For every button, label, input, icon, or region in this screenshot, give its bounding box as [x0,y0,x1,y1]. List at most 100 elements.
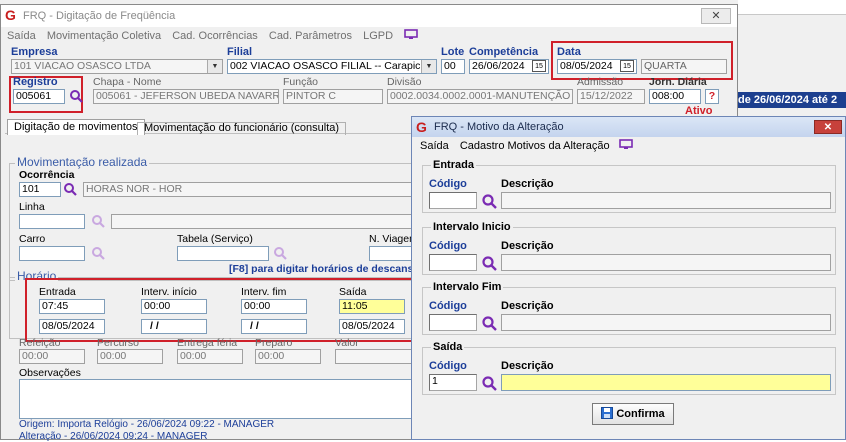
window-title: FRQ - Digitação de Freqüência [23,10,176,22]
confirma-button[interactable]: Confirma [592,403,674,425]
entrada-time-input[interactable]: 07:45 [39,299,105,314]
registro-input[interactable]: 005061 [13,89,65,104]
background-period-banner: de 26/06/2024 até 2 [735,92,846,108]
codigo-input[interactable] [429,192,477,209]
saida-motivo-group: Saída Código Descrição 1 [422,341,836,395]
menu-saida[interactable]: Saída [7,30,36,42]
menu-lgpd[interactable]: LGPD [363,30,393,42]
ocorrencia-code-input[interactable]: 101 [19,182,61,197]
descricao-field [501,374,831,391]
window-close-button[interactable]: ✕ [701,8,731,24]
divisao-label: Divisão [387,76,422,88]
group-title: Entrada [431,159,476,171]
data-input[interactable]: 08/05/2024 15 [557,59,637,74]
percurso-label: Percurso [97,337,140,349]
codigo-input[interactable] [429,254,477,271]
interv-inicio-time-input[interactable]: 00:00 [141,299,207,314]
search-icon[interactable] [91,246,105,260]
entrada-motivo-group: Entrada Código Descrição [422,159,836,213]
calendar-icon[interactable]: 15 [620,60,634,72]
jorn-diaria-field: 008:00 [649,89,701,104]
dialog-menu-saida[interactable]: Saída [420,140,449,152]
close-icon: ✕ [711,10,721,22]
group-title: Intervalo Fim [431,281,504,293]
observacoes-label: Observações [19,367,81,379]
lote-label: Lote [441,46,465,58]
carro-input[interactable] [19,246,85,261]
carro-label: Carro [19,233,46,245]
descricao-field [501,192,831,209]
f8-hint-text: [F8] para digitar horários de descanso [229,263,413,275]
search-icon[interactable] [481,255,497,271]
divisao-field: 0002.0034.0002.0001-MANUTENÇÃO [387,89,573,104]
interv-fim-time-input[interactable]: 00:00 [241,299,307,314]
ocorrencia-label: Ocorrência [19,169,75,181]
saida-date-input[interactable]: 08/05/2024 [339,319,405,334]
intervalo-inicio-motivo-group: Intervalo Inicio Código Descrição [422,221,836,275]
linha-input[interactable] [19,214,85,229]
tab-movimentacao-consulta[interactable]: Movimentação do funcionário (consulta) [137,122,347,135]
weekday-field: QUARTA [641,59,727,74]
alteracao-text: Alteração - 26/06/2024 09:24 - MANAGER [19,431,208,442]
monitor-icon[interactable] [618,139,633,150]
codigo-input[interactable] [429,314,477,331]
app-logo-icon: G [416,119,427,135]
dialog-menubar: Saída Cadastro Motivos da Alteração [420,139,633,152]
search-icon[interactable] [69,89,83,103]
chapa-nome-field: 005061 - JEFERSON UBEDA NAVARRO [93,89,279,104]
movimentacao-section-title: Movimentação realizada [15,155,150,169]
tabela-input[interactable] [177,246,269,261]
descricao-field [501,314,831,331]
menu-cad-ocorrencias[interactable]: Cad. Ocorrências [172,30,258,42]
saida-time-input[interactable]: 11:05 [339,299,405,314]
tab-digitacao[interactable]: Digitação de movimentos [7,119,145,135]
search-icon[interactable] [91,214,105,228]
dialog-titlebar: G FRQ - Motivo da Alteração ✕ [412,117,845,137]
data-label: Data [557,46,581,58]
search-icon[interactable] [63,182,77,196]
entrada-label: Entrada [39,286,76,298]
origem-text: Origem: Importa Relógio - 26/06/2024 09:… [19,419,275,430]
interv-fim-date-input[interactable]: / / [241,319,307,334]
chevron-down-icon: ▼ [207,60,222,73]
empresa-select[interactable]: 101 VIACAO OSASCO LTDA ▼ [11,59,223,74]
lgpd-monitor-icon[interactable] [404,29,418,40]
descricao-label: Descrição [501,360,554,372]
menu-cad-parametros[interactable]: Cad. Parâmetros [269,30,352,42]
entrada-date-input[interactable]: 08/05/2024 [39,319,105,334]
background-app-toolbar [738,0,846,15]
save-disk-icon [601,407,614,419]
jorn-help-button[interactable]: ? [705,89,719,104]
n-viagem-input[interactable] [369,246,413,261]
search-icon[interactable] [273,246,287,260]
lote-input[interactable]: 00 [441,59,465,74]
dialog-menu-cadastro-motivos[interactable]: Cadastro Motivos da Alteração [460,140,610,152]
preparo-label: Preparo [255,337,293,349]
funcao-field: PINTOR C [283,89,383,104]
dialog-title: FRQ - Motivo da Alteração [434,121,564,133]
menu-movimentacao-coletiva[interactable]: Movimentação Coletiva [47,30,161,42]
search-icon[interactable] [481,375,497,391]
entrega-feria-field: 00:00 [177,349,243,364]
competencia-input[interactable]: 26/06/2024 15 [469,59,549,74]
codigo-input[interactable]: 1 [429,374,477,391]
chevron-down-icon: ▼ [421,60,436,73]
dialog-close-button[interactable]: ✕ [814,120,842,134]
registro-label: Registro [13,76,58,88]
ocorrencia-desc-field: HORAS NOR - HOR [83,182,413,197]
calendar-icon[interactable]: 15 [532,60,546,72]
linha-label: Linha [19,201,45,213]
admissao-label: Admissão [577,76,624,88]
entrega-feria-label: Entrega féria [177,337,238,349]
chapa-nome-label: Chapa - Nome [93,76,162,88]
search-icon[interactable] [481,193,497,209]
motivo-alteracao-dialog: G FRQ - Motivo da Alteração ✕ Saída Cada… [411,116,846,440]
interv-inicio-date-input[interactable]: / / [141,319,207,334]
filial-select[interactable]: 002 VIACAO OSASCO FILIAL -- Carapicuiba ▼ [227,59,437,74]
interv-inicio-label: Interv. início [141,286,197,298]
search-icon[interactable] [481,315,497,331]
observacoes-textarea[interactable] [19,379,413,419]
window-titlebar: G FRQ - Digitação de Freqüência ✕ [1,5,737,27]
saida-label: Saída [339,286,367,298]
tabela-label: Tabela (Serviço) [177,233,253,245]
